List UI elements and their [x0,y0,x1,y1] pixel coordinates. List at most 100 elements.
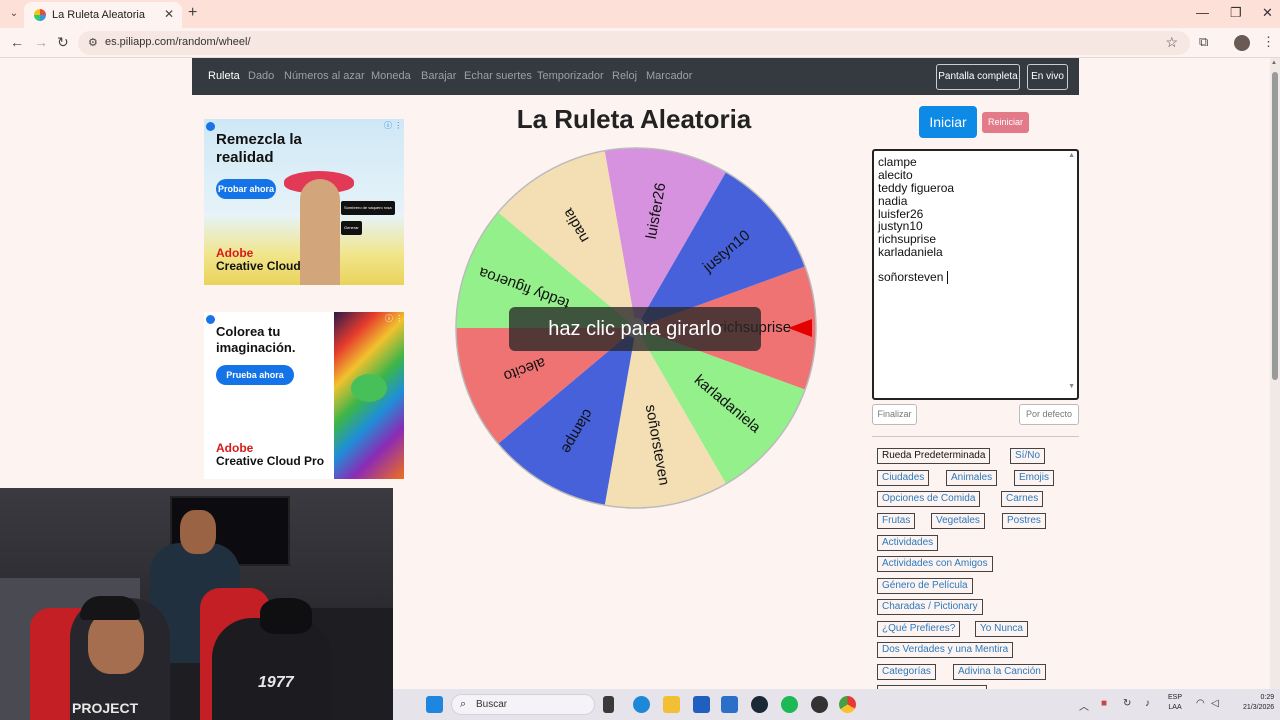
search-icon: ⌕ [460,698,467,710]
ad-person-illustration [300,179,340,285]
profile-avatar[interactable] [1234,35,1250,51]
spin-overlay-button[interactable]: haz clic para girarlo [509,307,761,351]
outlook-icon[interactable] [721,696,738,713]
obs-icon[interactable] [811,696,828,713]
ad-cta-button[interactable]: Probar ahora [216,179,276,199]
wifi-icon[interactable]: ◠ [1196,698,1205,709]
ad-frog-illustration [351,374,387,402]
fullscreen-button[interactable]: Pantalla completa [936,64,1020,90]
new-tab-icon[interactable]: + [188,4,197,22]
preset-dos-verdades[interactable]: Dos Verdades y una Mentira [877,642,1014,658]
preset-vegetales[interactable]: Vegetales [931,513,985,529]
scroll-up-icon[interactable]: ▲ [1271,60,1277,66]
preset-rueda-predeterminada[interactable]: Rueda Predeterminada [877,448,991,464]
preset-actividades[interactable]: Actividades [877,535,939,551]
default-button[interactable]: Por defecto [1019,404,1079,425]
name-entry: teddy figueroa [878,181,955,195]
preset-ciudades[interactable]: Ciudades [877,470,930,486]
chrome-icon[interactable] [839,696,856,713]
windows-start-icon[interactable] [426,696,443,713]
reload-icon[interactable]: ↻ [57,34,69,51]
forward-icon[interactable]: → [34,34,48,50]
finish-button[interactable]: Finalizar [872,404,917,425]
task-view-icon[interactable] [603,696,614,713]
browser-tab[interactable]: La Ruleta Aleatoria ✕ [24,2,182,28]
start-button[interactable]: Iniciar [919,106,977,138]
ad-choices-icon[interactable] [206,315,215,324]
volume-icon[interactable]: ◁ [1211,698,1219,709]
nav-link-reloj[interactable]: Reloj [612,70,637,82]
browser-menu-icon[interactable]: ⋮ [1262,34,1275,50]
tray-chevron-icon[interactable]: ︿ [1079,698,1089,713]
edge-icon[interactable] [633,696,650,713]
language-indicator[interactable]: ESP LAA [1168,693,1182,713]
webcam-cap [260,598,312,634]
steam-icon[interactable] [751,696,768,713]
tab-search-dropdown-icon[interactable]: ⌄ [6,6,22,22]
preset-categorias[interactable]: Categorías [877,664,936,680]
nav-link-dado[interactable]: Dado [248,70,274,82]
minimize-icon[interactable]: — [1196,5,1209,20]
nav-link-numeros[interactable]: Números al azar [284,70,365,82]
preset-frutas[interactable]: Frutas [877,513,916,529]
page-scrollbar[interactable]: ▲ [1270,58,1280,689]
ad-banner-remix[interactable]: ⓘ ⋮ Remezcla la realidad Probar ahora So… [204,119,404,285]
clock-date: 21/3/2026 [1243,704,1275,711]
live-button[interactable]: En vivo [1027,64,1068,90]
scroll-thumb[interactable] [1272,72,1278,380]
preset-genero-de-pelicula[interactable]: Género de Película [877,578,973,594]
ad-info-icon[interactable]: ⓘ ⋮ [385,313,403,324]
names-textarea[interactable]: clampe alecito teddy figueroa nadia luis… [872,149,1079,400]
preset-actividades-con-amigos[interactable]: Actividades con Amigos [877,556,993,572]
page-title: La Ruleta Aleatoria [516,104,752,134]
ad-cta-button[interactable]: Prueba ahora [216,365,294,385]
extensions-icon[interactable]: ⧉ [1199,34,1208,50]
store-icon[interactable] [693,696,710,713]
ad-banner-colorea[interactable]: ⓘ ⋮ Colorea tu imaginación. Prueba ahora… [204,312,404,479]
preset-yo-nunca[interactable]: Yo Nunca [975,621,1028,637]
reset-button[interactable]: Reiniciar [982,112,1029,133]
name-entry: alecito [878,168,913,182]
site-info-icon[interactable]: ⚙ [88,36,98,49]
preset-que-prefieres[interactable]: ¿Qué Prefieres? [877,621,961,637]
preset-opciones-de-comida[interactable]: Opciones de Comida [877,491,981,507]
window-close-icon[interactable]: ✕ [1262,5,1273,21]
site-favicon-icon [34,9,46,21]
bookmark-star-icon[interactable]: ☆ [1165,34,1178,51]
taskbar-clock[interactable]: 0:29 21/3/2026 [1243,693,1274,713]
nav-link-moneda[interactable]: Moneda [371,70,411,82]
name-entry: karladaniela [878,245,943,259]
tray-app-icon[interactable]: ■ [1101,698,1107,709]
textarea-scroll-down-icon[interactable]: ▼ [1068,383,1075,390]
preset-carnes[interactable]: Carnes [1001,491,1044,507]
back-icon[interactable]: ← [10,34,24,50]
name-entry: clampe [878,155,917,169]
nav-link-temporizador[interactable]: Temporizador [537,70,604,82]
nav-link-echar-suertes[interactable]: Echar suertes [464,70,532,82]
webcam-face [180,510,216,554]
file-explorer-icon[interactable] [663,696,680,713]
ad-choices-icon[interactable] [206,122,215,131]
nav-link-barajar[interactable]: Barajar [421,70,456,82]
close-tab-icon[interactable]: ✕ [164,7,174,21]
preset-animales[interactable]: Animales [946,470,998,486]
nav-link-ruleta[interactable]: Ruleta [208,70,240,82]
preset-adivina-la-cancion[interactable]: Adivina la Canción [953,664,1046,680]
preset-emojis[interactable]: Emojis [1014,470,1055,486]
webcam-shirt-text: 1977 [258,674,294,691]
textarea-scroll-up-icon[interactable]: ▲ [1068,152,1075,159]
preset-charadas[interactable]: Charadas / Pictionary [877,599,983,615]
url-input[interactable]: ⚙ es.piliapp.com/random/wheel/ ☆ [78,31,1190,55]
ad-info-icon[interactable]: ⓘ ⋮ [384,120,402,131]
microphone-icon[interactable]: ♪ [1145,698,1150,709]
maximize-icon[interactable]: ❐ [1230,5,1242,21]
preset-postres[interactable]: Postres [1002,513,1046,529]
panel-divider [872,436,1079,437]
spotify-icon[interactable] [781,696,798,713]
url-text: es.piliapp.com/random/wheel/ [105,36,251,48]
nav-link-marcador[interactable]: Marcador [646,70,692,82]
taskbar-search-input[interactable]: ⌕ Buscar [451,694,595,715]
preset-si-no[interactable]: Sí/No [1010,448,1046,464]
ad-headline: Remezcla la realidad [216,131,302,166]
tray-sync-icon[interactable]: ↻ [1123,698,1131,709]
